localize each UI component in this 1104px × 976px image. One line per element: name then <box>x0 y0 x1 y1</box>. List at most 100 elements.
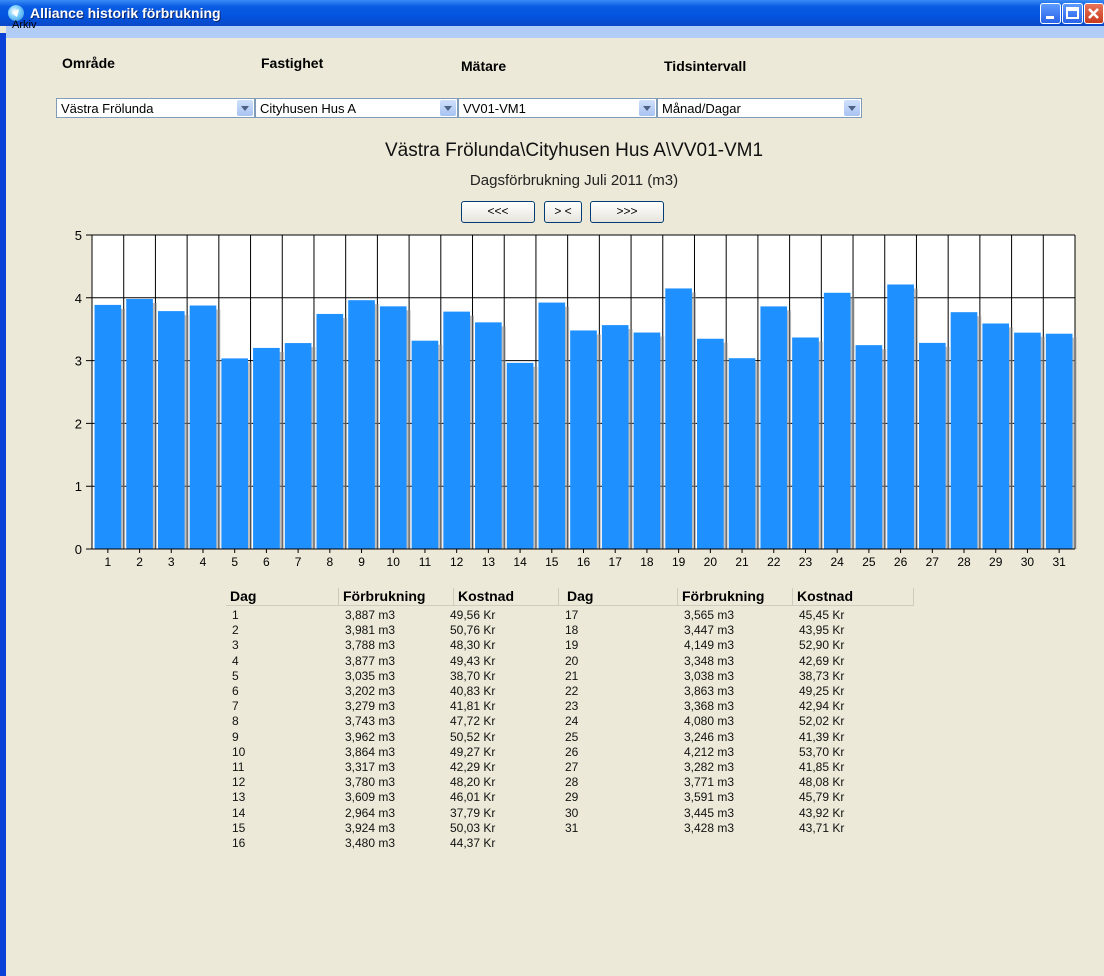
interval-label: Tidsintervall <box>664 58 747 74</box>
x-tick-label: 16 <box>577 555 591 569</box>
table-cell-usage: 3,591 m3 <box>684 790 735 805</box>
bar <box>126 298 153 549</box>
x-tick-label: 5 <box>231 555 238 569</box>
table-cell-usage: 3,348 m3 <box>684 653 735 668</box>
chevron-down-icon[interactable] <box>639 100 655 116</box>
x-tick-label: 2 <box>136 555 143 569</box>
table-cell-usage: 3,317 m3 <box>345 760 396 774</box>
chevron-down-icon[interactable] <box>440 100 456 116</box>
table-cell-cost: 38,73 Kr <box>799 668 845 683</box>
table-cell-cost: 40,83 Kr <box>450 684 496 698</box>
bar <box>855 345 883 549</box>
y-tick-label: 4 <box>75 291 82 306</box>
usage-table: Dag Förbrukning Kostnad Dag Förbrukning … <box>226 588 916 908</box>
table-cell-usage: 2,964 m3 <box>345 805 396 820</box>
table-header-cost-2: Kostnad <box>793 588 914 606</box>
area-label: Område <box>62 55 115 71</box>
x-tick-label: 10 <box>387 555 401 569</box>
table-cell-cost: 43,95 Kr <box>799 623 845 638</box>
table-cell-day: 19 <box>565 638 579 653</box>
daily-usage-bar-chart: 0123451 2 3 4 5 6 7 8 9 10 11 12 13 14 15 16 17 18 19 20 21 2… <box>75 228 1077 569</box>
table-cell-cost: 42,69 Kr <box>799 653 845 668</box>
table-header-day: Dag <box>226 588 339 606</box>
table-cell-cost: 50,03 Kr <box>450 820 496 835</box>
table-cell-day: 13 <box>232 790 246 805</box>
minimize-icon <box>1046 16 1054 19</box>
maximize-icon <box>1066 7 1079 19</box>
bar <box>760 306 788 549</box>
table-cell-day: 21 <box>565 668 579 683</box>
bar <box>887 284 914 549</box>
table-cell-day: 3 <box>232 638 239 653</box>
table-cell-day: 29 <box>565 790 579 805</box>
table-cell-usage: 3,368 m3 <box>684 699 735 714</box>
table-cell-usage: 3,038 m3 <box>684 668 735 683</box>
table-cell-usage: 3,864 m3 <box>345 744 396 759</box>
table-cell-usage: 3,202 m3 <box>345 684 396 698</box>
y-tick-label: 0 <box>75 542 82 557</box>
table-cell-cost: 44,37 Kr <box>450 836 496 850</box>
chevron-down-icon[interactable] <box>237 100 253 116</box>
bar <box>538 302 566 549</box>
table-cell-usage: 3,962 m3 <box>345 729 396 744</box>
title-bar[interactable]: Alliance historik förbrukning <box>0 0 1104 26</box>
table-cell-day: 25 <box>565 729 579 744</box>
table-cell-usage: 4,080 m3 <box>684 714 735 729</box>
x-tick-label: 9 <box>358 555 365 569</box>
meter-select[interactable]: VV01-VM1 <box>458 98 657 118</box>
table-header-usage: Förbrukning <box>339 588 454 606</box>
table-cell-cost: 43,71 Kr <box>799 820 845 835</box>
bar <box>1045 333 1073 549</box>
table-cell-day: 7 <box>232 699 239 714</box>
chevron-down-icon[interactable] <box>844 100 860 116</box>
table-header-cost: Kostnad <box>454 588 559 606</box>
table-cell-usage: 4,212 m3 <box>684 744 735 759</box>
bar <box>348 300 375 549</box>
current-month-button[interactable]: > < <box>544 201 582 223</box>
bar <box>982 323 1010 549</box>
bar <box>728 358 756 549</box>
table-cell-usage: 3,279 m3 <box>345 699 396 714</box>
bar <box>918 342 946 549</box>
bar <box>221 358 249 549</box>
next-month-button[interactable]: >>> <box>590 201 664 223</box>
x-tick-label: 3 <box>168 555 175 569</box>
table-cell-cost: 50,76 Kr <box>450 623 496 638</box>
menu-item-arkiv[interactable]: Arkiv <box>12 19 36 31</box>
interval-select[interactable]: Månad/Dagar <box>657 98 862 118</box>
bar <box>601 325 629 549</box>
x-tick-label: 7 <box>295 555 302 569</box>
table-cell-cost: 37,79 Kr <box>450 805 496 820</box>
table-cell-usage: 3,771 m3 <box>684 775 735 790</box>
table-cell-usage: 3,246 m3 <box>684 729 735 744</box>
bar <box>570 330 597 549</box>
x-tick-label: 18 <box>640 555 654 569</box>
table-cell-day: 10 <box>232 744 246 759</box>
property-select-value: Cityhusen Hus A <box>260 101 357 116</box>
close-button[interactable] <box>1084 3 1104 24</box>
table-cell-usage: 3,480 m3 <box>345 836 396 850</box>
bar <box>950 312 978 549</box>
table-cell-usage: 3,924 m3 <box>345 820 396 835</box>
bar <box>633 332 661 549</box>
table-cell-cost: 49,56 Kr <box>450 608 496 622</box>
table-cell-cost: 42,29 Kr <box>450 760 496 774</box>
table-cell-usage: 3,445 m3 <box>684 805 735 820</box>
maximize-button[interactable] <box>1062 3 1083 24</box>
table-cell-usage: 3,788 m3 <box>345 638 396 653</box>
property-select[interactable]: Cityhusen Hus A <box>255 98 458 118</box>
table-cell-day: 12 <box>232 775 246 790</box>
table-cell-usage: 3,609 m3 <box>345 790 396 805</box>
area-select[interactable]: Västra Frölunda <box>56 98 255 118</box>
table-cell-day: 28 <box>565 775 579 790</box>
previous-month-button[interactable]: <<< <box>461 201 535 223</box>
bar <box>1014 332 1041 549</box>
table-cell-cost: 45,79 Kr <box>799 790 845 805</box>
table-cell-day: 30 <box>565 805 579 820</box>
table-cell-cost: 49,27 Kr <box>450 744 496 759</box>
table-cell-day: 16 <box>232 836 246 850</box>
table-cell-cost: 49,25 Kr <box>799 684 845 698</box>
x-tick-label: 11 <box>419 555 432 569</box>
y-tick-label: 1 <box>75 479 82 494</box>
minimize-button[interactable] <box>1040 3 1061 24</box>
